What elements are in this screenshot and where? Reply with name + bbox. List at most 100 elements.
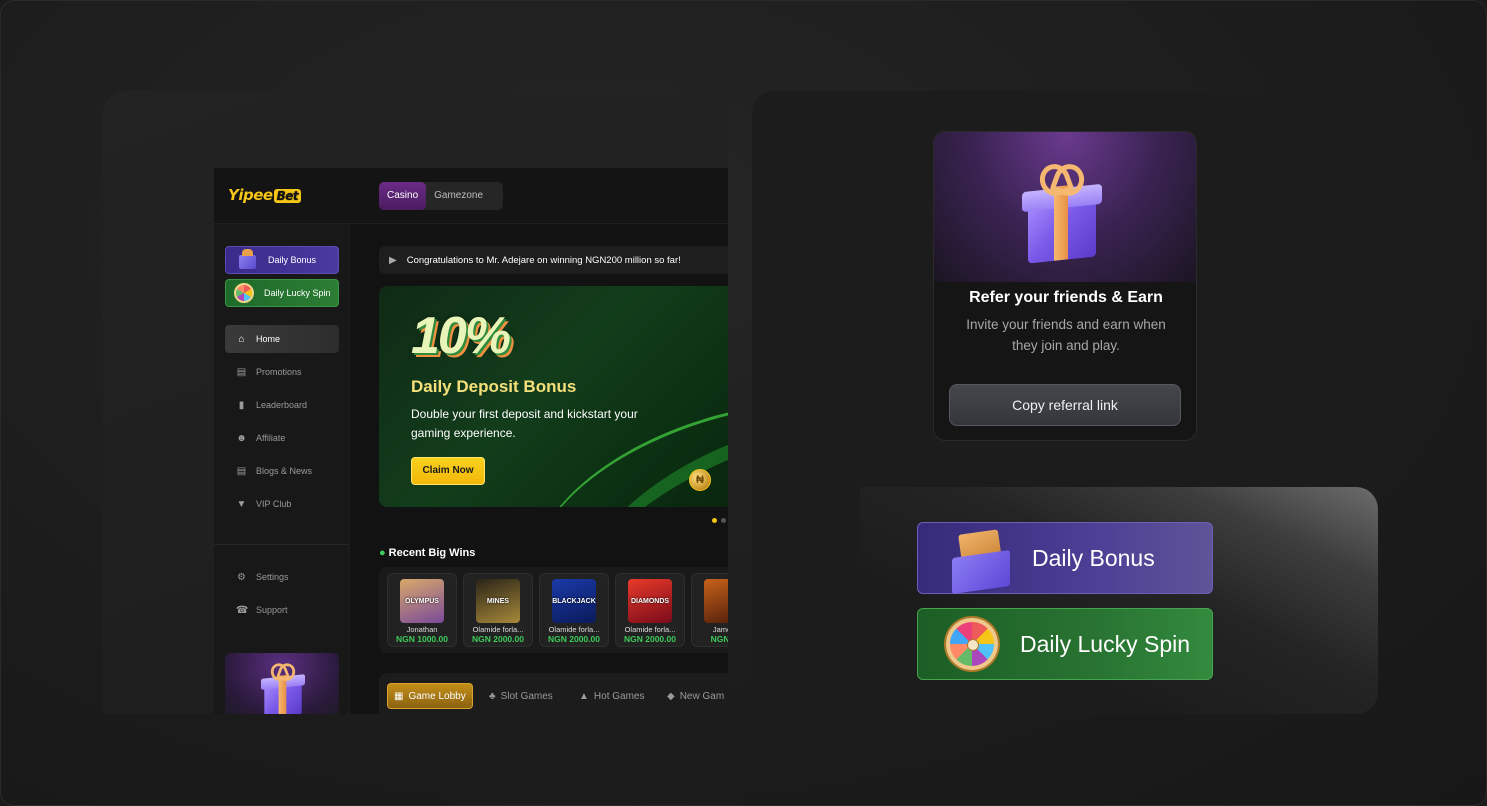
sidebar-item-support[interactable]: ☎ Support — [225, 596, 339, 624]
tab-hot-games[interactable]: ▲ Hot Games — [579, 683, 644, 709]
sidebar-item-label: Blogs & News — [256, 466, 313, 476]
win-amount: NGN 1000.00 — [396, 634, 448, 644]
game-thumbnail — [704, 579, 728, 623]
gift-box-icon — [236, 249, 260, 271]
sidebar-item-label: Support — [256, 605, 288, 615]
win-player: Olamide forla... — [548, 625, 600, 634]
sidebar-item-label: Settings — [256, 572, 289, 582]
game-thumbnail: BLACKJACK — [552, 579, 596, 623]
ticker-text: Congratulations to Mr. Adejare on winnin… — [406, 254, 681, 266]
tab-label: Game Lobby — [408, 690, 466, 702]
banner-description: Double your first deposit and kickstart … — [411, 407, 638, 440]
gift-box-icon — [261, 671, 305, 714]
leaderboard-icon: ▮ — [238, 399, 245, 411]
banner-percent: 10% — [411, 307, 511, 365]
logo-main-text: Yipee — [228, 186, 273, 204]
win-player: Olamide forla... — [624, 625, 676, 634]
cherry-icon: ♣ — [489, 690, 496, 702]
recent-wins-title-text: Recent Big Wins — [388, 547, 476, 559]
sidebar-daily-spin-label: Daily Lucky Spin — [264, 288, 331, 298]
sidebar-item-label: Affiliate — [256, 433, 286, 443]
copy-referral-link-button[interactable]: Copy referral link — [949, 384, 1181, 426]
winner-ticker: ▶ Congratulations to Mr. Adejare on winn… — [379, 246, 728, 274]
promotions-icon: ▤ — [236, 366, 247, 378]
referral-title: Refer your friends & Earn — [969, 289, 1163, 306]
live-dot-icon: ● — [379, 547, 386, 559]
sidebar-divider — [214, 544, 350, 545]
sidebar-item-affiliate[interactable]: ☻ Affiliate — [225, 424, 339, 452]
sidebar-item-leaderboard[interactable]: ▮ Leaderboard — [225, 391, 339, 419]
sidebar-item-vip-club[interactable]: ▼ VIP Club — [225, 490, 339, 518]
referral-description: Invite your friends and earn when they j… — [966, 317, 1166, 353]
sidebar-daily-bonus-button[interactable]: Daily Bonus — [225, 246, 339, 274]
sidebar-item-label: Promotions — [256, 367, 302, 377]
coin-icon: ₦ — [689, 469, 711, 491]
win-amount: NGN 30 — [710, 634, 728, 644]
gift-box-icon — [950, 528, 1016, 595]
promo-banner[interactable]: 10% Daily Deposit Bonus Double your firs… — [379, 286, 728, 507]
win-card[interactable]: BLACKJACK Olamide forla... NGN 2000.00 — [539, 573, 609, 647]
win-player: James I — [712, 625, 728, 634]
sidebar-item-settings[interactable]: ⚙ Settings — [225, 563, 339, 591]
vip-icon: ▼ — [236, 498, 247, 510]
logo-bet-badge: Bet — [273, 189, 302, 203]
lucky-wheel-icon — [946, 618, 998, 670]
tab-casino[interactable]: Casino — [379, 182, 427, 210]
gear-icon: ⚙ — [237, 571, 246, 583]
referral-card-hero — [934, 132, 1196, 282]
tab-label: New Gam — [679, 690, 725, 702]
referral-panel: Refer your friends & Earn Invite your fr… — [752, 91, 1378, 460]
sidebar-item-home[interactable]: ⌂ Home — [225, 325, 339, 353]
tab-label: Slot Games — [500, 690, 553, 702]
daily-bonus-button[interactable]: Daily Bonus — [917, 522, 1213, 595]
sidebar: Daily Bonus Daily Lucky Spin ⌂ Home ▤ Pr… — [214, 224, 350, 714]
sidebar-item-label: Home — [256, 334, 281, 344]
main-content: ▶ Congratulations to Mr. Adejare on winn… — [351, 224, 728, 714]
win-card[interactable]: DIAMONDS Olamide forla... NGN 2000.00 — [615, 573, 685, 647]
gift-box-icon — [1022, 178, 1102, 264]
claim-now-button[interactable]: Claim Now — [411, 457, 485, 485]
recent-wins-list: OLYMPUS Jonathan NGN 1000.00 MINES Olami… — [379, 567, 728, 653]
news-icon: ▤ — [236, 465, 247, 477]
win-player: Jonathan — [406, 625, 438, 634]
referral-card: Refer your friends & Earn Invite your fr… — [933, 131, 1197, 441]
daily-bonus-label: Daily Bonus — [1032, 544, 1155, 571]
lucky-wheel-icon — [232, 282, 256, 304]
game-thumbnail: MINES — [476, 579, 520, 623]
carousel-dot[interactable] — [712, 518, 717, 523]
game-thumbnail: OLYMPUS — [400, 579, 444, 623]
daily-lucky-spin-button[interactable]: Daily Lucky Spin — [917, 608, 1213, 680]
product-tabs: Casino Gamezone — [379, 182, 503, 210]
tab-gamezone[interactable]: Gamezone — [426, 182, 491, 210]
win-card[interactable]: James I NGN 30 — [691, 573, 728, 647]
app-preview-panel: Yipee Bet Casino Gamezone Daily Bonus Dai… — [103, 91, 728, 714]
affiliate-icon: ☻ — [236, 432, 247, 444]
grid-icon: ▦ — [394, 690, 404, 702]
casino-app: Yipee Bet Casino Gamezone Daily Bonus Dai… — [214, 168, 728, 714]
tab-slot-games[interactable]: ♣ Slot Games — [489, 683, 553, 709]
sidebar-referral-card[interactable] — [225, 653, 339, 714]
sidebar-item-label: Leaderboard — [256, 400, 308, 410]
carousel-dot[interactable] — [721, 518, 726, 523]
diamond-icon: ◆ — [667, 690, 675, 702]
tab-game-lobby[interactable]: ▦ Game Lobby — [387, 683, 473, 709]
win-amount: NGN 2000.00 — [624, 634, 676, 644]
recent-wins-title: ● Recent Big Wins — [379, 547, 475, 559]
banner-title: Daily Deposit Bonus — [411, 377, 577, 396]
sidebar-item-blogs-news[interactable]: ▤ Blogs & News — [225, 457, 339, 485]
brand-logo[interactable]: Yipee Bet — [228, 186, 302, 204]
sidebar-item-promotions[interactable]: ▤ Promotions — [225, 358, 339, 386]
carousel-dots — [712, 518, 726, 523]
win-card[interactable]: MINES Olamide forla... NGN 2000.00 — [463, 573, 533, 647]
win-amount: NGN 2000.00 — [548, 634, 600, 644]
game-category-tabs: ▦ Game Lobby ♣ Slot Games ▲ Hot Games ◆ … — [379, 673, 728, 714]
tab-new-games[interactable]: ◆ New Gam — [667, 683, 724, 709]
fire-icon: ▲ — [579, 690, 589, 702]
top-bar: Yipee Bet Casino Gamezone — [214, 168, 728, 224]
headset-icon: ☎ — [236, 604, 249, 616]
win-amount: NGN 2000.00 — [472, 634, 524, 644]
win-card[interactable]: OLYMPUS Jonathan NGN 1000.00 — [387, 573, 457, 647]
sidebar-daily-bonus-label: Daily Bonus — [268, 255, 317, 265]
sidebar-daily-spin-button[interactable]: Daily Lucky Spin — [225, 279, 339, 307]
game-thumbnail: DIAMONDS — [628, 579, 672, 623]
